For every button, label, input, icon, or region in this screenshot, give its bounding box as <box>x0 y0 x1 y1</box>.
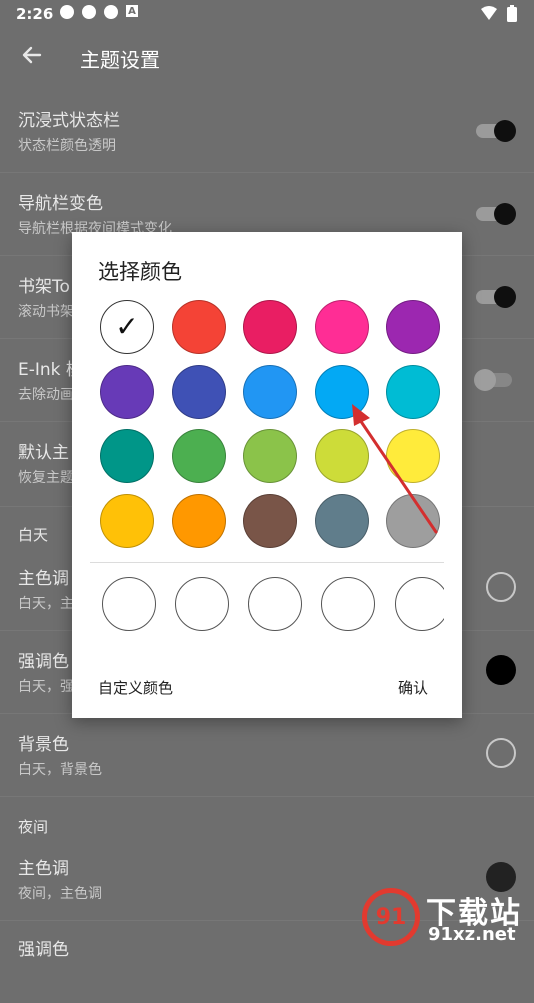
status-system-icons <box>480 5 518 27</box>
color-swatch[interactable]: ✓ <box>100 300 154 354</box>
setting-immersive-statusbar[interactable]: 沉浸式状态栏 状态栏颜色透明 <box>0 90 534 173</box>
color-swatch[interactable] <box>386 300 440 354</box>
toggle-knob <box>474 369 496 391</box>
color-swatch[interactable] <box>171 429 226 483</box>
app-notification-icon <box>60 5 74 19</box>
setting-subtitle: 滚动书架 <box>18 304 74 320</box>
color-swatch[interactable] <box>386 364 440 419</box>
toggle-knob <box>494 286 516 308</box>
watermark: 91 下载站 91xz.net <box>362 886 532 948</box>
color-swatch[interactable] <box>171 493 226 548</box>
app-bar: 主题设置 <box>0 28 534 88</box>
toggle-knob <box>494 203 516 225</box>
custom-color-row <box>102 577 444 637</box>
color-swatch[interactable] <box>171 364 226 419</box>
color-swatch[interactable] <box>314 493 369 548</box>
setting-day-background[interactable]: 背景色 白天，背景色 <box>0 714 534 797</box>
color-swatch[interactable] <box>314 300 369 354</box>
color-swatch[interactable] <box>386 429 440 483</box>
setting-subtitle: 恢复主题 <box>18 470 74 486</box>
color-swatch[interactable] <box>171 300 226 354</box>
color-swatch[interactable] <box>386 493 440 548</box>
custom-color-slot[interactable] <box>175 577 229 631</box>
color-swatch[interactable] <box>100 364 154 419</box>
confirm-button[interactable]: 确认 <box>398 677 428 698</box>
app-notification-icon <box>104 5 118 19</box>
color-swatch[interactable] <box>314 364 369 419</box>
navbar-toggle[interactable] <box>476 203 516 225</box>
color-swatch-grid: ✓ <box>72 232 462 552</box>
setting-title: 强调色 <box>18 652 69 672</box>
color-swatch[interactable] <box>100 493 154 548</box>
setting-subtitle: 状态栏颜色透明 <box>18 138 116 154</box>
bookshelf-toggle[interactable] <box>476 286 516 308</box>
setting-title: 沉浸式状态栏 <box>18 111 120 131</box>
app-notification-icon <box>82 5 96 19</box>
setting-title: 强调色 <box>18 940 69 960</box>
setting-title: 背景色 <box>18 735 69 755</box>
color-preview-circle <box>486 572 516 602</box>
setting-title: 主色调 <box>18 569 69 589</box>
setting-title: 导航栏变色 <box>18 194 103 214</box>
setting-subtitle: 夜间，主色调 <box>18 886 102 902</box>
color-swatch[interactable] <box>100 429 154 483</box>
color-preview-circle <box>486 655 516 685</box>
section-header-night: 夜间 <box>18 818 49 836</box>
setting-subtitle: 白天，背景色 <box>18 762 102 778</box>
color-swatch[interactable] <box>243 429 297 483</box>
page-title: 主题设置 <box>80 48 160 72</box>
battery-icon <box>506 5 518 27</box>
color-swatch[interactable] <box>243 364 297 419</box>
immersive-toggle[interactable] <box>476 120 516 142</box>
status-bar: 2:26 A <box>0 0 534 28</box>
color-swatch[interactable] <box>314 429 369 483</box>
setting-title: 书架To <box>18 277 70 297</box>
check-icon: ✓ <box>115 310 139 343</box>
setting-subtitle: 白天，强 <box>18 679 74 695</box>
section-header-day: 白天 <box>18 526 49 544</box>
custom-color-slot[interactable] <box>102 577 156 631</box>
dialog-divider <box>90 562 444 563</box>
back-arrow-icon[interactable] <box>18 41 46 69</box>
wifi-icon <box>480 5 498 27</box>
setting-subtitle: 白天，主 <box>18 596 74 612</box>
setting-subtitle: 去除动画 <box>18 387 74 403</box>
setting-title: 主色调 <box>18 859 69 879</box>
color-swatch[interactable] <box>243 493 297 548</box>
color-preview-circle <box>486 738 516 768</box>
color-picker-dialog: 选择颜色 ✓ 自定义颜色 确认 <box>72 232 462 718</box>
setting-title: 默认主 <box>18 443 69 463</box>
color-swatch[interactable] <box>243 300 297 354</box>
custom-color-button[interactable]: 自定义颜色 <box>98 677 173 698</box>
status-notification-icons: A <box>60 5 138 19</box>
custom-color-slot[interactable] <box>248 577 302 631</box>
toggle-knob <box>494 120 516 142</box>
custom-color-slot[interactable] <box>321 577 375 631</box>
watermark-logo: 91 <box>362 888 420 946</box>
status-time: 2:26 <box>16 5 54 23</box>
custom-color-slot[interactable] <box>395 577 444 631</box>
a-icon: A <box>126 5 138 17</box>
eink-toggle[interactable] <box>474 369 512 391</box>
watermark-url: 91xz.net <box>428 924 516 945</box>
